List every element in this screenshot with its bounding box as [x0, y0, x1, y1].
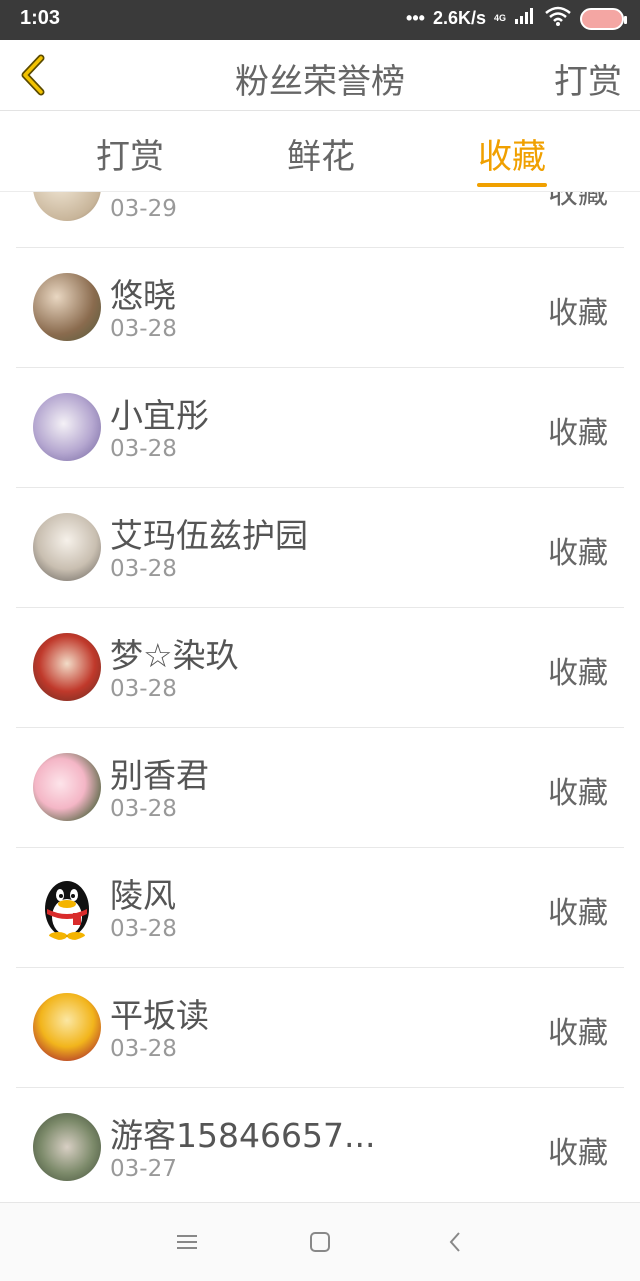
tab-favorites[interactable]: 收藏	[478, 129, 546, 178]
action-label: 收藏	[548, 296, 608, 331]
user-name: 艾玛伍兹护园	[110, 516, 308, 555]
avatar	[33, 993, 101, 1061]
network-speed: 2.6K/s	[432, 8, 486, 28]
avatar	[33, 1113, 101, 1181]
back-nav-button[interactable]	[438, 1225, 472, 1259]
user-date: 03-29	[110, 196, 177, 222]
avatar	[33, 393, 101, 461]
action-label: 收藏	[548, 1136, 608, 1171]
action-label: 收藏	[548, 896, 608, 931]
list-item[interactable]: 陵风 03-28 收藏	[16, 848, 624, 968]
user-date: 03-28	[110, 676, 177, 702]
menu-button[interactable]	[170, 1225, 204, 1259]
user-date: 03-28	[110, 316, 177, 342]
network-type: 4G	[493, 13, 506, 23]
list-item[interactable]: 艾玛伍兹护园 03-28 收藏	[16, 488, 624, 608]
action-label: 收藏	[548, 656, 608, 691]
tab-reward[interactable]: 打赏	[96, 129, 164, 178]
battery-icon	[580, 7, 627, 30]
list-item[interactable]: 梦☆染玖 03-28 收藏	[16, 608, 624, 728]
user-date: 03-27	[110, 1156, 177, 1182]
user-name: 平坂读	[110, 996, 209, 1035]
signal-bars-icon	[514, 7, 536, 30]
user-date: 03-28	[110, 556, 177, 582]
menu-icon	[177, 1235, 197, 1249]
user-name: 梦☆染玖	[110, 636, 239, 675]
list-item[interactable]: 平坂读 03-28 收藏	[16, 968, 624, 1088]
action-label: 收藏	[548, 416, 608, 451]
list-item[interactable]: 游客15846657... 03-27 收藏	[16, 1088, 624, 1202]
list-item[interactable]: 别香君 03-28 收藏	[16, 728, 624, 848]
avatar	[33, 513, 101, 581]
list-item[interactable]: 悠晓 03-28 收藏	[16, 248, 624, 368]
home-button[interactable]	[303, 1225, 337, 1259]
user-date: 03-28	[110, 796, 177, 822]
status-icons: ••• 2.6K/s 4G	[406, 6, 627, 31]
penguin-icon	[45, 881, 89, 940]
wifi-icon	[544, 6, 572, 31]
status-bar: 1:03 ••• 2.6K/s 4G	[0, 0, 640, 40]
user-date: 03-28	[110, 1036, 177, 1062]
avatar	[33, 633, 101, 701]
user-name: 游客15846657...	[110, 1116, 376, 1155]
action-label: 收藏	[548, 192, 608, 211]
home-icon	[310, 1232, 330, 1252]
system-nav-bar	[0, 1202, 640, 1281]
avatar	[33, 192, 101, 221]
page-title: 粉丝荣誉榜	[235, 62, 405, 102]
list-item[interactable]: 小宜彤 03-28 收藏	[16, 368, 624, 488]
user-date: 03-28	[110, 916, 177, 942]
user-name: 别香君	[110, 756, 209, 795]
avatar	[33, 873, 101, 941]
active-tab-indicator	[477, 183, 547, 187]
title-bar: 粉丝荣誉榜 打赏	[0, 40, 640, 111]
reward-button[interactable]: 打赏	[554, 54, 622, 103]
status-time: 1:03	[20, 7, 61, 29]
user-name: 小宜彤	[110, 396, 209, 435]
avatar	[33, 753, 101, 821]
fan-list[interactable]: 03-29 收藏 悠晓 03-28 收藏 小宜彤 03-28 收藏 艾玛伍兹护园…	[0, 192, 640, 1202]
tab-flowers[interactable]: 鲜花	[287, 129, 355, 178]
list-item[interactable]: 03-29 收藏	[16, 192, 624, 248]
tab-bar: 打赏 鲜花 收藏	[0, 111, 640, 192]
back-icon	[449, 1232, 460, 1252]
user-date: 03-28	[110, 436, 177, 462]
user-name: 陵风	[110, 876, 176, 915]
avatar	[33, 273, 101, 341]
action-label: 收藏	[548, 1016, 608, 1051]
action-label: 收藏	[548, 776, 608, 811]
signal-dots-icon: •••	[406, 8, 425, 28]
action-label: 收藏	[548, 536, 608, 571]
user-name: 悠晓	[110, 276, 176, 315]
